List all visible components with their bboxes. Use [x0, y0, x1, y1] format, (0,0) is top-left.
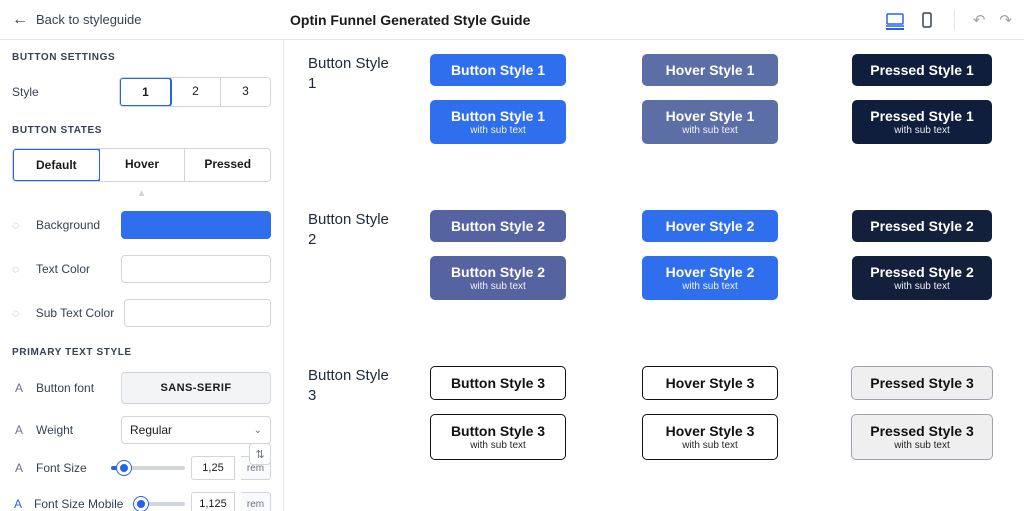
weight-select[interactable]: Regular⌄: [121, 416, 271, 444]
font-icon: A: [12, 497, 24, 511]
preview-button[interactable]: Button Style 1: [430, 54, 566, 86]
weight-label: Weight: [36, 423, 73, 437]
text-color-label: Text Color: [36, 262, 90, 276]
preview-button-sub[interactable]: Button Style 1with sub text: [430, 100, 566, 144]
style-option-3[interactable]: 3: [221, 78, 270, 106]
preview-button[interactable]: Pressed Style 2: [852, 210, 992, 242]
back-label: Back to styleguide: [36, 12, 142, 27]
style-option-1[interactable]: 1: [119, 77, 172, 107]
chevron-down-icon: ⌄: [254, 425, 262, 436]
preview-button-sub[interactable]: Hover Style 3with sub text: [642, 414, 778, 460]
bg-label: Background: [36, 218, 100, 232]
mobile-icon[interactable]: [918, 13, 936, 27]
style-segment: 1 2 3: [119, 77, 271, 107]
preview-button[interactable]: Hover Style 3: [642, 366, 778, 400]
state-pressed[interactable]: Pressed: [185, 149, 270, 181]
arrow-left-icon: ←: [12, 11, 28, 29]
fontsize-mobile-unit[interactable]: rem: [241, 492, 271, 511]
preview-button-sub[interactable]: Pressed Style 3with sub text: [851, 414, 993, 460]
sidebar: BUTTON SETTINGS Style 1 2 3 BUTTON STATE…: [0, 40, 284, 511]
preview-button[interactable]: Pressed Style 1: [852, 54, 992, 86]
preview-button[interactable]: Hover Style 1: [642, 54, 778, 86]
fontsize-slider[interactable]: [111, 466, 185, 470]
fontsize-mobile-label: Font Size Mobile: [34, 497, 123, 511]
back-link[interactable]: ← Back to styleguide: [12, 11, 142, 29]
preview-button[interactable]: Button Style 3: [430, 366, 566, 400]
row-label: Button Style 1: [308, 54, 396, 93]
section-primary-text: PRIMARY TEXT STYLE: [0, 335, 283, 366]
caret-up-icon: ▲: [0, 186, 283, 203]
preview-button[interactable]: Pressed Style 3: [851, 366, 993, 400]
preview-button-sub[interactable]: Hover Style 2with sub text: [642, 256, 778, 300]
state-segment: Default Hover Pressed: [12, 148, 271, 182]
bg-swatch[interactable]: [121, 211, 271, 239]
state-default[interactable]: Default: [12, 148, 101, 182]
preview-pane: Button Style 1 Button Style 1 Hover Style …: [284, 40, 1024, 511]
section-button-states: BUTTON STATES: [0, 113, 283, 144]
divider: [954, 10, 955, 30]
drop-icon: ◌: [12, 262, 26, 276]
fontsize-mobile-slider[interactable]: [133, 502, 185, 506]
text-color-swatch[interactable]: [121, 255, 271, 283]
redo-icon[interactable]: ↷: [999, 11, 1012, 29]
topbar: ← Back to styleguide Optin Funnel Genera…: [0, 0, 1024, 40]
subtext-color-swatch[interactable]: [124, 299, 271, 327]
preview-button-sub[interactable]: Button Style 2with sub text: [430, 256, 566, 300]
style-option-2[interactable]: 2: [171, 78, 221, 106]
fontsize-value[interactable]: 1,25: [191, 456, 235, 480]
undo-icon[interactable]: ↶: [973, 11, 986, 29]
preview-button-sub[interactable]: Pressed Style 2with sub text: [852, 256, 992, 300]
preview-button-sub[interactable]: Button Style 3with sub text: [430, 414, 566, 460]
fontsize-mobile-value[interactable]: 1,125: [191, 492, 235, 511]
drop-icon: ◌: [12, 218, 26, 232]
preview-button-sub[interactable]: Hover Style 1with sub text: [642, 100, 778, 144]
preview-button[interactable]: Button Style 2: [430, 210, 566, 242]
preview-button-sub[interactable]: Pressed Style 1with sub text: [852, 100, 992, 144]
font-icon: A: [12, 461, 26, 475]
style-label: Style: [12, 85, 39, 99]
fontsize-label: Font Size: [36, 461, 87, 475]
desktop-icon[interactable]: [886, 16, 904, 30]
row-label: Button Style 2: [308, 210, 396, 249]
state-hover[interactable]: Hover: [100, 149, 186, 181]
button-font-select[interactable]: SANS-SERIF: [121, 372, 271, 404]
page-title: Optin Funnel Generated Style Guide: [290, 12, 530, 28]
row-label: Button Style 3: [308, 366, 396, 405]
link-icon[interactable]: ⇅: [249, 443, 271, 465]
button-font-label: Button font: [36, 381, 94, 395]
subtext-color-label: Sub Text Color: [36, 306, 115, 320]
topbar-right: ↶ ↷: [886, 10, 1012, 30]
preview-button[interactable]: Hover Style 2: [642, 210, 778, 242]
font-icon: A: [12, 381, 26, 395]
section-button-settings: BUTTON SETTINGS: [0, 40, 283, 71]
font-icon: A: [12, 423, 26, 437]
drop-icon: ◌: [12, 306, 26, 320]
